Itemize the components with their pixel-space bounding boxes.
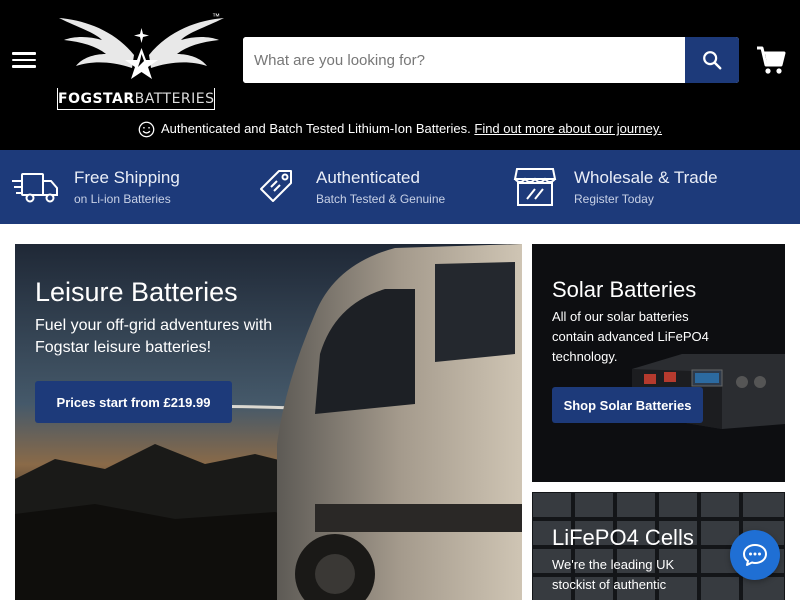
feature-subtitle: on Li-ion Batteries: [74, 191, 171, 206]
feature-subtitle: Batch Tested & Genuine: [316, 191, 446, 206]
announcement-text: Authenticated and Batch Tested Lithium-I…: [160, 121, 471, 136]
logo-wordmark-bold: FOGSTAR: [58, 91, 135, 107]
feature-authenticated[interactable]: Authenticated Batch Tested & Genuine: [252, 150, 445, 224]
solar-title: Solar Batteries: [552, 277, 697, 302]
feature-wholesale[interactable]: Wholesale & Trade Register Today: [510, 150, 718, 224]
feature-subtitle: Register Today: [574, 191, 654, 206]
hero-subtitle: Fuel your off-grid adventures with Fogst…: [35, 317, 273, 356]
cells-title: LiFePO4 Cells: [552, 525, 694, 550]
feature-free-shipping[interactable]: Free Shipping on Li-ion Batteries: [10, 150, 180, 224]
chat-button[interactable]: [730, 530, 780, 580]
site-header: ™ FOGSTARBATTERIES Authenticated and Bat…: [0, 0, 800, 150]
search-input[interactable]: [243, 37, 685, 83]
site-logo[interactable]: ™ FOGSTARBATTERIES: [54, 10, 229, 110]
solar-batteries-banner[interactable]: Solar Batteries All of our solar batteri…: [532, 244, 785, 482]
chat-bubble-icon: [743, 544, 767, 566]
announcement-bar: Authenticated and Batch Tested Lithium-I…: [0, 118, 800, 140]
logo-wordmark-rest: BATTERIES: [134, 91, 215, 107]
price-tag-icon: [252, 162, 302, 212]
announcement-link[interactable]: Find out more about our journey.: [474, 121, 662, 136]
search-bar: [243, 37, 739, 83]
search-button[interactable]: [685, 37, 739, 83]
hamburger-menu-icon[interactable]: [12, 48, 40, 72]
delivery-truck-icon: [10, 162, 60, 212]
feature-title: Authenticated: [316, 167, 420, 187]
storefront-icon: [510, 162, 560, 212]
hero-title: Leisure Batteries: [35, 277, 238, 307]
search-icon: [703, 51, 722, 70]
cart-button[interactable]: [755, 44, 787, 76]
winged-star-logo-icon: [59, 18, 224, 79]
feature-strip: Free Shipping on Li-ion Batteries Authen…: [0, 150, 800, 224]
cells-subtitle: We're the leading UK stockist of authent…: [552, 557, 675, 592]
feature-title: Wholesale & Trade: [574, 167, 718, 187]
leisure-batteries-banner[interactable]: Leisure Batteries Fuel your off-grid adv…: [15, 244, 522, 600]
feature-title: Free Shipping: [74, 167, 180, 187]
prices-start-button[interactable]: Prices start from £219.99: [35, 381, 232, 423]
trademark-symbol: ™: [212, 12, 220, 21]
smiley-icon: [138, 121, 155, 138]
cart-icon: [757, 46, 786, 74]
solar-subtitle: All of our solar batteries contain advan…: [552, 309, 709, 364]
logo-wordmark: FOGSTARBATTERIES: [57, 88, 215, 110]
shop-solar-button[interactable]: Shop Solar Batteries: [552, 387, 703, 423]
